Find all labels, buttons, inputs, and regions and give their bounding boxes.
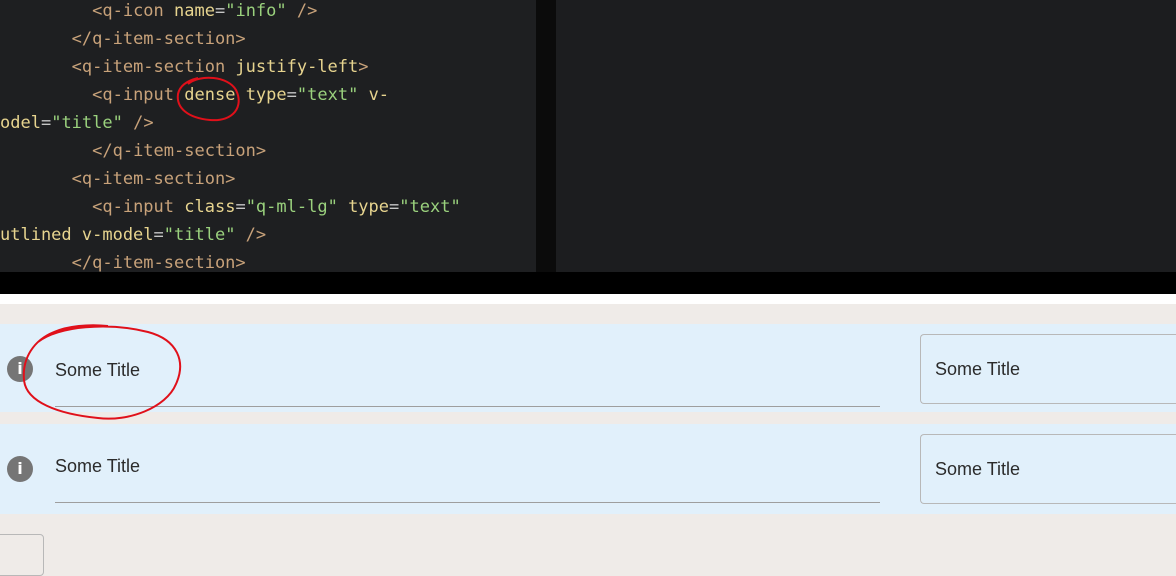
code-token: "text": [399, 197, 461, 217]
code-line: </q-item-section>: [0, 27, 246, 55]
code-token: =: [286, 85, 297, 105]
code-token: />: [235, 225, 267, 245]
code-token: v-: [368, 85, 390, 105]
code-line: <q-input class="q-ml-lg" type="text": [0, 195, 461, 223]
code-line: odel="title" />: [0, 111, 154, 139]
code-token: type: [245, 85, 287, 105]
code-line: </q-item-section>: [0, 139, 266, 167]
editor-splitter[interactable]: [536, 0, 556, 272]
code-token: "text": [296, 85, 359, 105]
code-token: "info": [225, 1, 287, 21]
code-line: <q-item-section justify-left>: [0, 55, 369, 83]
partial-button[interactable]: [0, 534, 44, 576]
code-token: </q-item-section>: [71, 253, 246, 272]
code-line: </q-item-section>: [0, 251, 246, 272]
code-token: </q-item-section>: [71, 29, 246, 49]
code-token: />: [122, 113, 154, 133]
code-token: </q-item-section>: [92, 141, 267, 161]
code-token: type: [348, 197, 390, 217]
code-token: =: [40, 113, 52, 133]
code-token: <q-input: [92, 85, 185, 105]
code-token: "title": [51, 113, 123, 133]
code-token: utlined v-model: [0, 225, 154, 245]
outlined-title-input[interactable]: Some Title: [920, 334, 1176, 404]
dense-title-input[interactable]: Some Title: [55, 336, 880, 407]
title-value: Some Title: [55, 456, 141, 476]
code-token: dense: [184, 85, 236, 105]
code-line: <q-input dense type="text" v-: [0, 83, 389, 111]
code-token: />: [286, 1, 318, 21]
title-value: Some Title: [55, 360, 141, 380]
divider-bar: [0, 272, 1176, 294]
code-token: "q-ml-lg": [245, 197, 338, 217]
title-value: Some Title: [935, 359, 1021, 379]
outlined-title-input[interactable]: Some Title: [920, 434, 1176, 504]
info-icon: i: [7, 456, 33, 482]
code-token: =: [389, 197, 400, 217]
title-value: Some Title: [935, 459, 1021, 479]
title-input[interactable]: Some Title: [55, 432, 880, 503]
code-line: <q-icon name="info" />: [0, 0, 317, 27]
code-token: <q-item-section>: [71, 169, 236, 189]
info-icon: i: [7, 356, 33, 382]
code-line: <q-item-section>: [0, 167, 236, 195]
code-editor[interactable]: <q-icon name="info" /> </q-item-section>…: [0, 0, 536, 272]
code-token: =: [214, 1, 226, 21]
code-token: odel: [0, 113, 41, 133]
preview-pane: [556, 0, 1176, 272]
code-token: "title": [163, 225, 236, 245]
code-token: class: [184, 197, 236, 217]
code-token: name: [174, 1, 215, 21]
code-token: <q-input: [92, 197, 185, 217]
code-token: >: [358, 57, 369, 77]
code-token: <q-item-section: [71, 57, 236, 77]
divider-strip: [0, 294, 1176, 304]
list-item: i Some Title Some Title: [0, 324, 1176, 412]
code-token: =: [153, 225, 164, 245]
code-token: justify-left: [235, 57, 359, 77]
code-token: <q-icon: [92, 1, 175, 21]
list-item: i Some Title Some Title: [0, 424, 1176, 514]
code-token: =: [235, 197, 246, 217]
code-line: utlined v-model="title" />: [0, 223, 266, 251]
